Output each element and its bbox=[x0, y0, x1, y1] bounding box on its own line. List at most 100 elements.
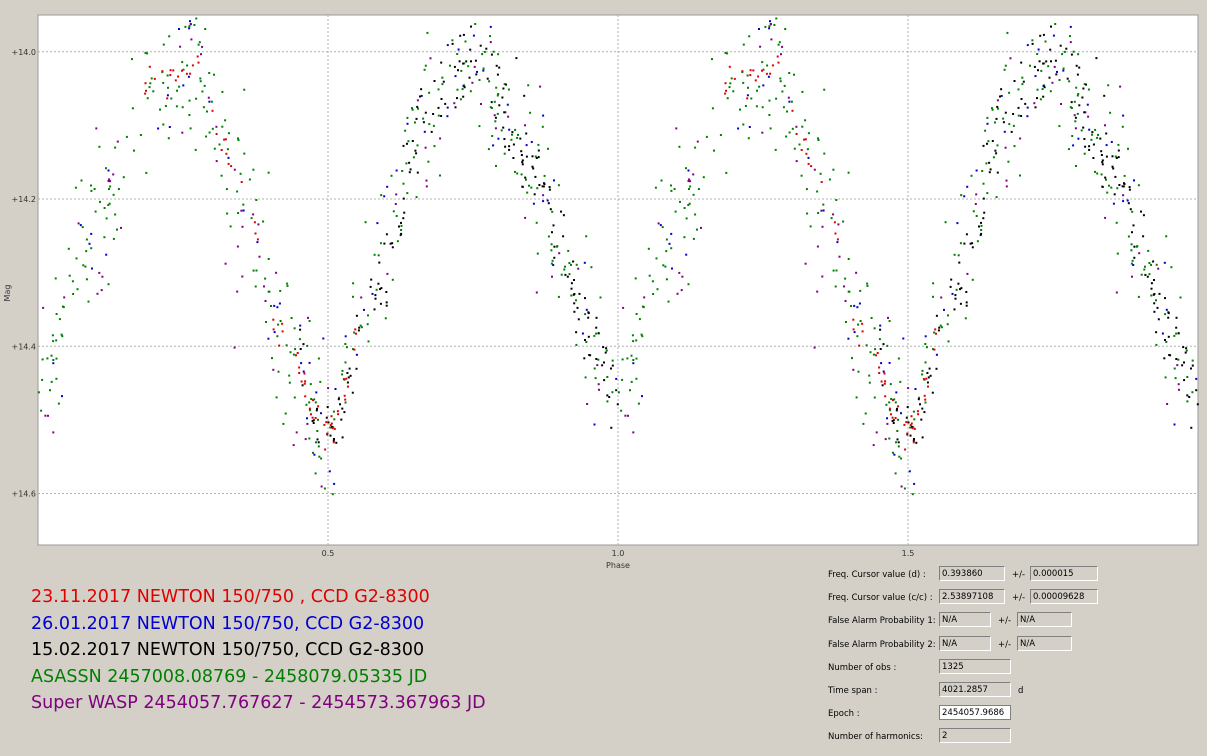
data-point bbox=[242, 209, 245, 212]
data-point bbox=[700, 226, 702, 229]
data-point bbox=[1163, 357, 1166, 360]
data-point bbox=[384, 317, 387, 320]
data-point bbox=[1038, 60, 1041, 63]
data-point bbox=[80, 179, 83, 182]
data-point bbox=[335, 441, 338, 444]
data-point bbox=[679, 200, 681, 203]
data-point bbox=[1074, 116, 1077, 119]
data-point bbox=[439, 174, 441, 177]
data-point bbox=[311, 420, 314, 422]
freq-d-error: 0.000015 bbox=[1030, 566, 1098, 581]
legend: 23.11.2017 NEWTON 150/750 , CCD G2-8300 … bbox=[31, 584, 591, 717]
data-point bbox=[275, 271, 278, 274]
data-point bbox=[1047, 65, 1050, 68]
data-point bbox=[944, 221, 947, 224]
data-point bbox=[1070, 107, 1073, 109]
data-point bbox=[667, 300, 670, 303]
data-point bbox=[162, 123, 165, 126]
y-tick-label: +14.4 bbox=[11, 342, 36, 351]
data-point bbox=[1017, 114, 1020, 117]
data-point bbox=[456, 97, 458, 100]
data-point bbox=[688, 178, 691, 181]
data-point bbox=[200, 53, 202, 56]
data-point bbox=[497, 53, 500, 56]
data-point bbox=[771, 64, 774, 67]
data-point bbox=[688, 188, 690, 190]
data-point bbox=[587, 335, 590, 338]
data-point bbox=[486, 77, 489, 80]
data-point bbox=[1052, 34, 1055, 37]
data-point bbox=[392, 210, 395, 213]
data-point bbox=[996, 105, 999, 108]
data-point bbox=[768, 114, 771, 116]
data-point bbox=[524, 124, 526, 127]
data-point bbox=[272, 368, 275, 371]
data-point bbox=[311, 399, 314, 402]
data-point bbox=[1107, 84, 1110, 87]
data-point bbox=[122, 176, 125, 179]
data-point bbox=[705, 135, 708, 138]
data-point bbox=[325, 421, 328, 424]
data-point bbox=[385, 233, 388, 236]
data-point bbox=[302, 370, 305, 373]
data-point bbox=[575, 343, 578, 346]
data-point bbox=[747, 86, 749, 89]
data-point bbox=[576, 306, 579, 309]
data-point bbox=[174, 79, 177, 82]
data-point bbox=[992, 156, 995, 159]
data-point bbox=[584, 339, 586, 341]
data-point bbox=[769, 23, 772, 25]
data-point bbox=[414, 121, 416, 124]
data-point bbox=[379, 302, 382, 305]
data-point bbox=[267, 337, 270, 340]
data-point bbox=[326, 432, 329, 435]
data-point bbox=[442, 80, 445, 83]
data-point bbox=[784, 28, 787, 30]
data-point bbox=[728, 86, 731, 89]
data-point bbox=[922, 378, 925, 381]
data-point bbox=[702, 176, 705, 179]
data-point bbox=[889, 383, 892, 386]
data-point bbox=[196, 55, 199, 58]
epoch-input[interactable]: 2454057.9686 bbox=[939, 705, 1011, 720]
data-point bbox=[858, 344, 861, 347]
data-point bbox=[878, 338, 881, 341]
data-point bbox=[845, 321, 847, 323]
data-point bbox=[785, 135, 788, 138]
data-point bbox=[341, 407, 344, 410]
data-point bbox=[1153, 310, 1156, 313]
data-point bbox=[402, 182, 405, 185]
data-point bbox=[835, 199, 838, 201]
data-point bbox=[597, 332, 600, 335]
data-point bbox=[1150, 282, 1153, 285]
data-point bbox=[804, 262, 807, 265]
data-point bbox=[749, 74, 752, 77]
data-point bbox=[635, 377, 638, 380]
data-point bbox=[76, 288, 79, 291]
data-point bbox=[533, 193, 536, 196]
data-point bbox=[943, 308, 945, 311]
data-point bbox=[1058, 79, 1061, 81]
data-point bbox=[834, 232, 837, 235]
freq-cc-pm: +/- bbox=[1012, 593, 1026, 603]
y-tick-label: +14.2 bbox=[11, 195, 36, 204]
data-point bbox=[378, 261, 381, 264]
data-point bbox=[1146, 275, 1149, 278]
data-point bbox=[1037, 69, 1039, 72]
data-point bbox=[453, 65, 456, 68]
data-point bbox=[395, 215, 398, 217]
data-point bbox=[820, 181, 823, 183]
data-point bbox=[615, 377, 618, 380]
data-point bbox=[562, 235, 565, 238]
phase-plot[interactable]: 0.5 1.0 1.5+14.0+14.2+14.4+14.6 Phase Mag bbox=[0, 0, 1207, 580]
data-point bbox=[279, 289, 282, 292]
data-point bbox=[103, 236, 106, 239]
freq-cc-row: Freq. Cursor value (c/c) : 2.53897108 +/… bbox=[828, 589, 1198, 607]
data-point bbox=[409, 168, 412, 171]
data-point bbox=[869, 351, 872, 354]
data-point bbox=[308, 320, 311, 322]
data-point bbox=[994, 121, 996, 124]
data-point bbox=[470, 60, 472, 63]
data-point bbox=[112, 237, 115, 240]
data-point bbox=[853, 304, 856, 307]
